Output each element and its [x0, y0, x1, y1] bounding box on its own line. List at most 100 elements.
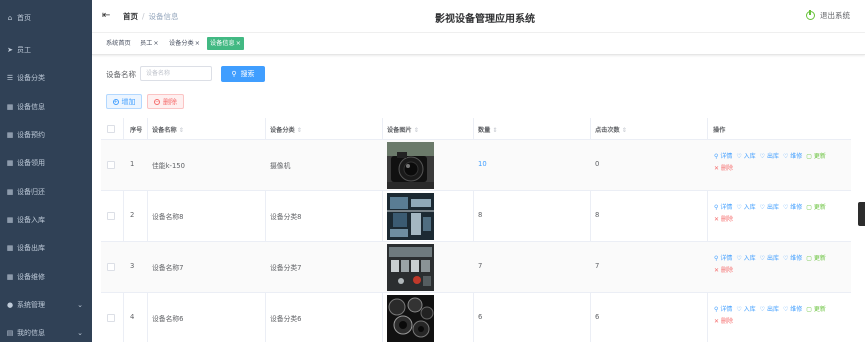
search-label: 设备名称: [106, 70, 136, 79]
tag-employee[interactable]: 员工×: [138, 37, 161, 50]
row-index: 1: [130, 160, 135, 168]
repair-button[interactable]: ♡ 维修: [783, 204, 802, 211]
plus-icon: +: [112, 98, 119, 105]
stock-in-label: 入库: [743, 204, 756, 211]
sidebar-item-label: 设备出库: [17, 244, 45, 253]
sidebar-item-device-return[interactable]: ▦ 设备归还: [0, 177, 92, 205]
detail-button[interactable]: ⚲ 详情: [714, 153, 732, 160]
update-label: 更新: [813, 153, 826, 160]
add-button[interactable]: + 增加: [106, 94, 142, 109]
stock-in-button[interactable]: ♡ 入库: [736, 255, 755, 262]
logout-button[interactable]: 退出系统: [806, 10, 850, 21]
column-header-quantity[interactable]: 数量 ⇕: [478, 125, 498, 134]
repair-button[interactable]: ♡ 维修: [783, 153, 802, 160]
sidebar-item-device-info[interactable]: ▦ 设备信息: [0, 93, 92, 121]
update-button[interactable]: ▢ 更新: [806, 204, 826, 211]
stock-in-button[interactable]: ♡ 入库: [736, 204, 755, 211]
sidebar-item-device-borrow[interactable]: ▦ 设备领用: [0, 149, 92, 177]
breadcrumb-home[interactable]: 首页: [123, 12, 138, 21]
column-header-image[interactable]: 设备图片 ⇕: [387, 125, 419, 134]
detail-button[interactable]: ⚲ 详情: [714, 306, 732, 313]
sidebar-item-device-stock-out[interactable]: ▦ 设备出库: [0, 234, 92, 262]
column-header-category[interactable]: 设备分类 ⇕: [270, 125, 302, 134]
remove-button[interactable]: ✕ 删除: [714, 165, 733, 172]
menu-toggle-icon[interactable]: ⇤: [102, 10, 110, 21]
device-name: 设备名称6: [152, 315, 184, 323]
delete-button[interactable]: − 删除: [147, 94, 184, 109]
remove-label: 删除: [720, 216, 733, 223]
device-clicks: 0: [595, 160, 600, 168]
repair-button[interactable]: ♡ 维修: [783, 255, 802, 262]
column-header-label: 点击次数: [595, 127, 620, 134]
remove-button[interactable]: ✕ 删除: [714, 318, 733, 325]
device-image-lenses[interactable]: [387, 295, 434, 342]
device-image-panel[interactable]: [387, 244, 434, 291]
detail-button[interactable]: ⚲ 详情: [714, 255, 732, 262]
sidebar-item-system-admin[interactable]: ● 系统管理 ⌄: [0, 291, 92, 319]
device-quantity: 10: [478, 160, 487, 168]
table-row[interactable]: 4 设备名称6 设备分类6 6 6 ⚲ 详情 ♡ 入库 ♡ 出库 ♡ 维修 ▢ 更新 ✕ …: [101, 293, 851, 342]
tag-device-category[interactable]: 设备分类×: [167, 37, 202, 50]
sidebar-item-label: 系统管理: [17, 300, 45, 309]
update-button[interactable]: ▢ 更新: [806, 153, 826, 160]
tag-device-info[interactable]: 设备信息×: [207, 37, 244, 50]
device-image-camera[interactable]: [387, 142, 434, 189]
stock-in-button[interactable]: ♡ 入库: [736, 306, 755, 313]
sort-icon[interactable]: ⇕: [492, 127, 497, 134]
close-icon[interactable]: ×: [195, 40, 200, 47]
table-row[interactable]: 3 设备名称7 设备分类7 7 7 ⚲ 详情 ♡ 入库 ♡ 出库 ♡ 维修 ▢ 更新 ✕ …: [101, 242, 851, 293]
tag-home[interactable]: 系统首页: [104, 37, 133, 50]
add-button-label: 增加: [121, 97, 136, 106]
close-icon[interactable]: ×: [153, 40, 158, 47]
doc-icon: ▤: [6, 329, 14, 338]
stock-out-button[interactable]: ♡ 出库: [760, 204, 779, 211]
sidebar-item-employee[interactable]: ➤ 员工: [0, 36, 92, 64]
grid-icon: ▦: [6, 272, 14, 281]
stock-out-button[interactable]: ♡ 出库: [760, 153, 779, 160]
stock-out-button[interactable]: ♡ 出库: [760, 255, 779, 262]
search-button[interactable]: ⚲ 搜索: [221, 66, 265, 82]
detail-button[interactable]: ⚲ 详情: [714, 204, 732, 211]
column-header-index: 序号: [130, 127, 143, 134]
row-checkbox[interactable]: [107, 161, 115, 169]
search-icon: ⚲: [231, 70, 237, 78]
update-button[interactable]: ▢ 更新: [806, 306, 826, 313]
table-row[interactable]: 1 佳能k-150 摄像机 10 0 ⚲ 详情 ♡ 入库 ♡ 出库 ♡ 维修 ▢ 更新 ✕…: [101, 140, 851, 191]
update-label: 更新: [813, 204, 826, 211]
grid-icon: ▦: [6, 187, 14, 196]
row-checkbox[interactable]: [107, 314, 115, 322]
table-row[interactable]: 2 设备名称8 设备分类8 8 8 ⚲ 详情 ♡ 入库 ♡ 出库 ♡ 维修 ▢ 更新 ✕ …: [101, 191, 851, 242]
column-header-name[interactable]: 设备名称 ⇕: [152, 125, 184, 134]
remove-button[interactable]: ✕ 删除: [714, 216, 733, 223]
stock-in-button[interactable]: ♡ 入库: [736, 153, 755, 160]
sidebar-item-device-category[interactable]: ☰ 设备分类: [0, 64, 92, 92]
sidebar-item-label: 设备分类: [17, 74, 45, 83]
sidebar-item-device-stock-in[interactable]: ▦ 设备入库: [0, 206, 92, 234]
select-all-checkbox[interactable]: [107, 125, 115, 133]
device-image-circuit[interactable]: [387, 193, 434, 240]
update-label: 更新: [813, 306, 826, 313]
grid-icon: ▦: [6, 215, 14, 224]
sort-icon[interactable]: ⇕: [297, 127, 302, 134]
side-scroll-handle[interactable]: [858, 202, 865, 226]
update-button[interactable]: ▢ 更新: [806, 255, 826, 262]
close-icon[interactable]: ×: [236, 40, 241, 47]
row-checkbox[interactable]: [107, 212, 115, 220]
sidebar-item-my-info[interactable]: ▤ 我的信息 ⌄: [0, 319, 92, 342]
sort-icon[interactable]: ⇕: [414, 127, 419, 134]
remove-button[interactable]: ✕ 删除: [714, 267, 733, 274]
device-category: 设备分类7: [270, 264, 302, 272]
sort-icon[interactable]: ⇕: [622, 127, 627, 134]
sidebar-item-home[interactable]: ⌂ 首页: [0, 0, 92, 36]
sidebar-item-device-repair[interactable]: ▦ 设备维修: [0, 262, 92, 290]
column-header-clicks[interactable]: 点击次数 ⇕: [595, 125, 627, 134]
row-checkbox[interactable]: [107, 263, 115, 271]
column-header-label: 设备图片: [387, 127, 412, 134]
search-input[interactable]: [140, 66, 212, 81]
device-name: 设备名称7: [152, 264, 184, 272]
sort-icon[interactable]: ⇕: [179, 127, 184, 134]
row-actions: ⚲ 详情 ♡ 入库 ♡ 出库 ♡ 维修 ▢ 更新 ✕ 删除: [714, 304, 844, 328]
repair-button[interactable]: ♡ 维修: [783, 306, 802, 313]
stock-out-button[interactable]: ♡ 出库: [760, 306, 779, 313]
sidebar-item-device-reserve[interactable]: ▦ 设备预约: [0, 121, 92, 149]
